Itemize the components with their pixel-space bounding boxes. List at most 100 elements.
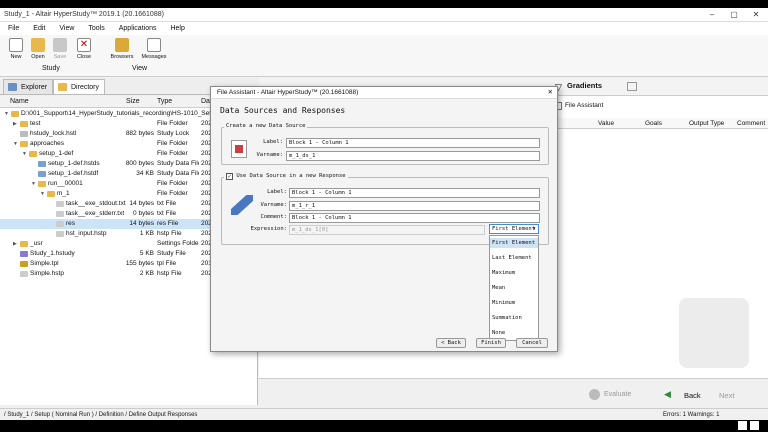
dropdown-option[interactable]: Mean [490,283,538,293]
tree-row-type: Settings Folder [157,240,199,247]
save-icon [53,38,67,52]
menu-edit[interactable]: Edit [33,25,45,32]
folder-icon [20,141,28,147]
save-button-label: Save [53,54,67,60]
tab-directory-label: Directory [71,84,100,91]
col-size[interactable]: Size [126,98,140,105]
expand-toggle-icon[interactable]: ▼ [22,149,28,159]
dropdown-option[interactable]: Maximum [490,268,538,278]
back-dialog-button[interactable]: < Back [436,338,466,348]
tree-row-type: txt File [157,200,177,207]
folder-icon [20,241,28,247]
evaluate-button[interactable]: Evaluate [604,391,631,398]
expand-icon[interactable] [750,421,759,430]
finish-button[interactable]: Finish [476,338,506,348]
back-button[interactable]: Back [684,391,701,400]
restore-button[interactable]: ▢ [724,8,744,22]
dropdown-option[interactable]: None [490,328,538,338]
file-assistant-button[interactable]: File Assistant [565,102,603,109]
col-name[interactable]: Name [10,98,29,105]
back-arrow-icon: ◀ [664,389,671,399]
tree-row-size: 34 KB [136,170,154,177]
tree-row-type: tpl File [157,260,177,267]
window-title: Study_1 - Altair HyperStudy™ 2019.1 (20.… [4,11,164,18]
s2-varname-input[interactable]: m_1_r_1 [289,201,540,211]
tree-row-type: File Folder [157,190,188,197]
menu-file[interactable]: File [8,25,19,32]
dialog-title: File Assistant - Altair HyperStudy™ (20.… [217,89,359,96]
menu-applications[interactable]: Applications [119,25,157,32]
file-icon [56,211,64,217]
dropdown-option[interactable]: Last Element [490,253,538,263]
s1-varname-input[interactable]: m_1_ds_1 [286,151,540,161]
col-type[interactable]: Type [157,98,172,105]
tree-row-name: test [30,120,41,127]
tab-directory[interactable]: Directory [53,79,106,94]
tree-row-name: setup_1-def [39,150,74,157]
open-button-label: Open [31,54,45,60]
s2-label-caption: Label: [267,189,287,195]
expand-toggle-icon[interactable]: ▶ [13,119,19,129]
bottom-nav-bar: Evaluate ◀ Back Next [259,378,768,408]
browsers-button[interactable]: Browsers [109,38,135,60]
s2-expression-caption: Expression: [250,226,287,232]
dialog-close-icon[interactable]: ✕ [548,87,553,99]
aggregation-dropdown: First Element Last Element Maximum Mean Mini… [489,235,539,341]
menu-help[interactable]: Help [170,25,184,32]
col-value[interactable]: Value [598,120,614,127]
expand-toggle-icon[interactable]: ▼ [13,139,19,149]
cancel-dialog-button[interactable]: Cancel [516,338,548,348]
dropdown-option[interactable]: First Element [490,238,538,248]
tree-row-type: File Folder [157,150,188,157]
file-icon [20,261,28,267]
tree-row-size: 14 bytes [129,200,154,207]
s1-label-input[interactable]: Block 1 - Column 1 [286,138,540,148]
folder-icon [38,181,46,187]
file-icon [20,251,28,257]
tree-row-type: hstp File [157,270,182,277]
folder-icon [29,151,37,157]
aggregation-combo[interactable]: First Element ▾ [489,224,539,234]
messages-icon [147,38,161,52]
pause-icon[interactable] [738,421,747,430]
dropdown-option[interactable]: Minimum [490,298,538,308]
black-band-bottom [0,420,768,432]
s2-varname-caption: Varname: [260,202,288,208]
save-button[interactable]: Save [49,38,71,60]
tree-row-size: 14 bytes [129,220,154,227]
data-source-icon [231,140,247,158]
s2-expression-input[interactable]: m_1_ds_1[0] [289,225,485,235]
close-window-button[interactable]: ✕ [746,8,766,22]
s2-comment-input[interactable]: Block 1 - Column 1 [289,213,540,223]
expand-toggle-icon[interactable]: ▶ [13,239,19,249]
menu-tools[interactable]: Tools [88,25,104,32]
expand-toggle-icon[interactable]: ▼ [31,179,37,189]
section2-title: Use Data Source in a new Response [236,173,346,179]
gradients-tab[interactable]: Gradients [567,81,602,90]
minimize-button[interactable]: – [702,8,722,22]
menu-view[interactable]: View [59,25,74,32]
col-goals[interactable]: Goals [645,120,662,127]
dialog-title-bar: File Assistant - Altair HyperStudy™ (20.… [211,87,557,99]
folder-icon [20,121,28,127]
app-window: Study_1 - Altair HyperStudy™ 2019.1 (20.… [0,0,768,432]
open-button[interactable]: Open [27,38,49,60]
file-icon [56,221,64,227]
grid-icon[interactable] [627,82,637,91]
messages-button[interactable]: Messages [140,38,168,60]
close-button[interactable]: ✕ Close [73,38,95,60]
tree-row-name: m_1 [57,190,70,197]
chevron-down-icon: ▾ [532,226,536,232]
folder-icon [47,191,55,197]
expand-toggle-icon[interactable]: ▼ [40,189,46,199]
col-comment[interactable]: Comment [737,120,765,127]
directory-icon [58,83,67,91]
use-in-response-checkbox[interactable]: ✓ [226,173,233,180]
col-output-type[interactable]: Output Type [689,120,724,127]
expand-toggle-icon[interactable]: ▼ [4,109,10,119]
dropdown-option[interactable]: Summation [490,313,538,323]
tab-explorer[interactable]: Explorer [3,79,54,94]
s2-label-input[interactable]: Block 1 - Column 1 [289,188,540,198]
next-button[interactable]: Next [719,391,734,400]
new-button[interactable]: New [5,38,27,60]
